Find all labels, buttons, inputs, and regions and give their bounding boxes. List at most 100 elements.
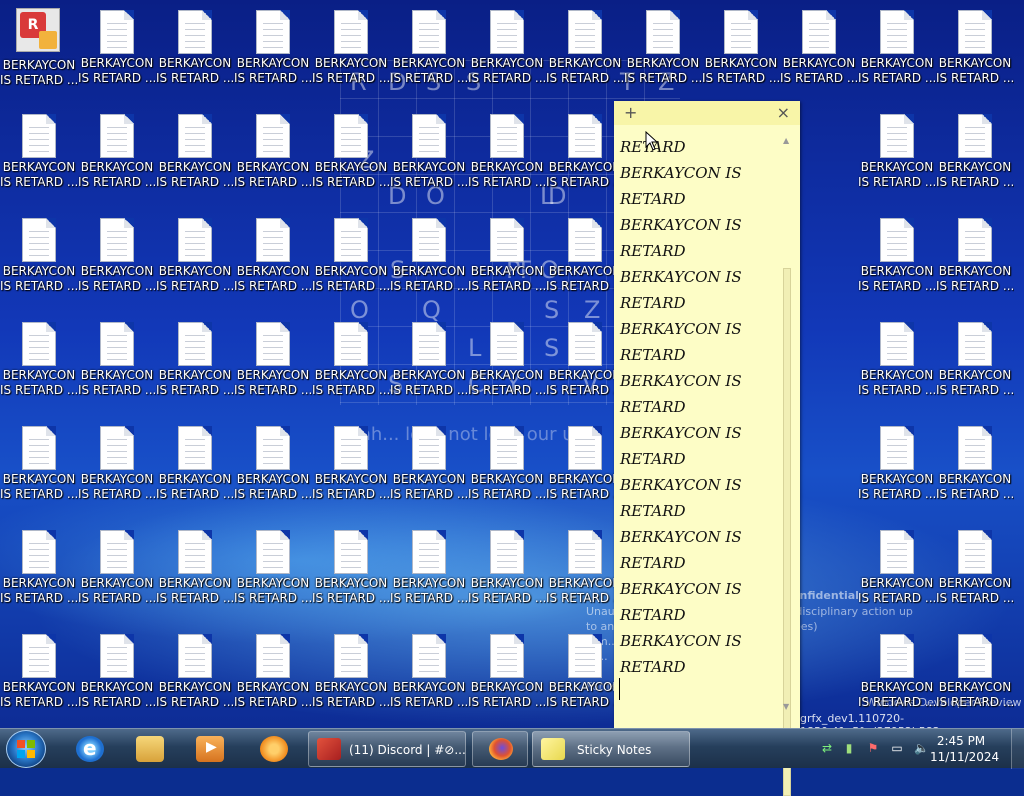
desktop-icon-text-file[interactable]: BERKAYCON IS RETARD ...	[78, 624, 156, 728]
desktop-icon-text-file[interactable]: BERKAYCON IS RETARD ...	[0, 104, 78, 208]
desktop-icon-text-file[interactable]: BERKAYCON IS RETARD ...	[546, 0, 624, 104]
network-icon[interactable]: ▭	[890, 741, 904, 755]
desktop-icon-text-file[interactable]: BERKAYCON IS RETARD ...	[156, 520, 234, 624]
desktop-icon-text-file[interactable]: BERKAYCON IS RETARD ...	[468, 104, 546, 208]
desktop-icon-text-file[interactable]: BERKAYCON IS RETARD ...	[936, 312, 1014, 416]
desktop-icon-text-file[interactable]: BERKAYCON IS RETARD ...	[546, 416, 624, 520]
action-center-flag-icon[interactable]: ⚑	[866, 741, 880, 755]
desktop-icon-text-file[interactable]: BERKAYCON IS RETARD ...	[858, 312, 936, 416]
desktop-icon-text-file[interactable]: BERKAYCON IS RETARD ...	[312, 104, 390, 208]
desktop-icon-text-file[interactable]: BERKAYCON IS RETARD ...	[234, 208, 312, 312]
desktop-icon-text-file[interactable]: BERKAYCON IS RETARD ...	[234, 416, 312, 520]
power-icon[interactable]: ▮	[842, 741, 856, 755]
desktop-icon-text-file[interactable]: BERKAYCON IS RETARD ...	[390, 208, 468, 312]
desktop-icon-label: BERKAYCON IS RETARD ...	[78, 680, 156, 709]
firefox-task[interactable]	[472, 731, 528, 767]
internet-explorer-icon[interactable]: e	[64, 731, 116, 767]
desktop-icon-text-file[interactable]: BERKAYCON IS RETARD ...	[78, 312, 156, 416]
desktop-icon-text-file[interactable]: BERKAYCON IS RETARD ...	[156, 624, 234, 728]
desktop-icon-text-file[interactable]: BERKAYCON IS RETARD ...	[858, 0, 936, 104]
desktop-icon-text-file[interactable]: BERKAYCON IS RETARD ...	[156, 416, 234, 520]
desktop-icon-text-file[interactable]: BERKAYCON IS RETARD ...	[468, 624, 546, 728]
media-player-icon[interactable]: ▶	[184, 731, 236, 767]
sticky-note-text[interactable]: RETARD BERKAYCON IS RETARD BERKAYCON IS RETA…	[620, 134, 780, 680]
add-note-button[interactable]: +	[624, 103, 637, 122]
desktop-icon-text-file[interactable]: BERKAYCON IS RETARD ...	[234, 520, 312, 624]
desktop-icon-text-file[interactable]: BERKAYCON IS RETARD ...	[78, 104, 156, 208]
scroll-down-arrow-icon[interactable]: ▼	[783, 702, 789, 711]
desktop-icon-text-file[interactable]: BERKAYCON IS RETARD ...	[546, 312, 624, 416]
discord-task[interactable]: (11) Discord | #⊘...	[308, 731, 466, 767]
desktop-icon-text-file[interactable]: BERKAYCON IS RETARD ...	[546, 624, 624, 728]
desktop-icon-text-file[interactable]: BERKAYCON IS RETARD ...	[156, 208, 234, 312]
network-share-icon[interactable]: ⇄	[820, 741, 834, 755]
desktop-icon-text-file[interactable]: BERKAYCON IS RETARD ...	[780, 0, 858, 104]
start-button[interactable]	[6, 730, 46, 768]
desktop-icon-text-file[interactable]: BERKAYCON IS RETARD ...	[156, 0, 234, 104]
desktop-icon-text-file[interactable]: BERKAYCON IS RETARD ...	[546, 520, 624, 624]
scroll-up-arrow-icon[interactable]: ▲	[783, 136, 789, 145]
desktop-icon-text-file[interactable]: BERKAYCON IS RETARD ...	[936, 416, 1014, 520]
desktop-icon-text-file[interactable]: BERKAYCON IS RETARD ...	[858, 104, 936, 208]
desktop-icon-text-file[interactable]: BERKAYCON IS RETARD ...	[78, 416, 156, 520]
desktop-icon-text-file[interactable]: BERKAYCON IS RETARD ...	[234, 624, 312, 728]
desktop-icon-text-file[interactable]: BERKAYCON IS RETARD ...	[312, 520, 390, 624]
desktop-icon-text-file[interactable]: BERKAYCON IS RETARD ...	[858, 208, 936, 312]
desktop-icon-text-file[interactable]: BERKAYCON IS RETARD ...	[0, 208, 78, 312]
desktop-icon-text-file[interactable]: BERKAYCON IS RETARD ...	[234, 0, 312, 104]
desktop-icon-text-file[interactable]: BERKAYCON IS RETARD ...	[468, 0, 546, 104]
close-note-button[interactable]: ×	[777, 103, 790, 122]
clock[interactable]: 2:45 PM 11/11/2024	[930, 733, 999, 765]
desktop-icon-text-file[interactable]: BERKAYCON IS RETARD ...	[468, 208, 546, 312]
desktop-icon-text-file[interactable]: BERKAYCON IS RETARD ...	[936, 520, 1014, 624]
desktop-icon-text-file[interactable]: BERKAYCON IS RETARD ...	[858, 520, 936, 624]
desktop-icon-text-file[interactable]: BERKAYCON IS RETARD ...	[390, 0, 468, 104]
desktop-icon-text-file[interactable]: BERKAYCON IS RETARD ...	[390, 416, 468, 520]
desktop-icon-text-file[interactable]: BERKAYCON IS RETARD ...	[234, 104, 312, 208]
desktop-icon-text-file[interactable]: BERKAYCON IS RETARD ...	[936, 208, 1014, 312]
desktop-icon-text-file[interactable]: BERKAYCON IS RETARD ...	[312, 0, 390, 104]
uc-browser-icon[interactable]	[248, 731, 300, 767]
desktop-icon-text-file[interactable]: BERKAYCON IS RETARD ...	[468, 520, 546, 624]
desktop-icon-text-file[interactable]: BERKAYCON IS RETARD ...	[390, 624, 468, 728]
desktop-icon-text-file[interactable]: BERKAYCON IS RETARD ...	[936, 104, 1014, 208]
sticky-note-scrollbar[interactable]: ▲ ▼	[781, 134, 793, 796]
desktop-icon-text-file[interactable]: BERKAYCON IS RETARD ...	[468, 416, 546, 520]
desktop-icon-text-file[interactable]: BERKAYCON IS RETARD ...	[0, 312, 78, 416]
sticky-note-titlebar[interactable]: + ×	[614, 101, 800, 125]
desktop-icon-text-file[interactable]: BERKAYCON IS RETARD ...	[936, 624, 1014, 728]
scrollbar-thumb[interactable]	[783, 268, 791, 796]
desktop-icon-text-file[interactable]: BERKAYCON IS RETARD ...	[312, 312, 390, 416]
windows-explorer-icon[interactable]	[124, 731, 176, 767]
desktop-icon-text-file[interactable]: BERKAYCON IS RETARD ...	[390, 104, 468, 208]
desktop-icon-text-file[interactable]: BERKAYCON IS RETARD ...	[0, 624, 78, 728]
show-desktop-button[interactable]	[1011, 729, 1024, 769]
desktop-icon-text-file[interactable]: BERKAYCON IS RETARD ...	[468, 312, 546, 416]
desktop-icon-text-file[interactable]: BERKAYCON IS RETARD ...	[858, 416, 936, 520]
desktop-icon-text-file[interactable]: BERKAYCON IS RETARD ...	[0, 416, 78, 520]
sticky-notes-task[interactable]: Sticky Notes	[532, 731, 690, 767]
desktop-icon-text-file[interactable]: BERKAYCON IS RETARD ...	[312, 624, 390, 728]
desktop-icon-text-file[interactable]: BERKAYCON IS RETARD ...	[0, 520, 78, 624]
desktop-icon-text-file[interactable]: BERKAYCON IS RETARD ...	[624, 0, 702, 104]
desktop-icon-text-file[interactable]: BERKAYCON IS RETARD ...	[546, 104, 624, 208]
desktop-icon-text-file[interactable]: BERKAYCON IS RETARD ...	[78, 208, 156, 312]
desktop-icon-text-file[interactable]: BERKAYCON IS RETARD ...	[546, 208, 624, 312]
desktop-icon-text-file[interactable]: BERKAYCON IS RETARD ...	[936, 0, 1014, 104]
desktop-icon-text-file[interactable]: BERKAYCON IS RETARD ...	[312, 208, 390, 312]
desktop-icon-text-file[interactable]: BERKAYCON IS RETARD ...	[156, 312, 234, 416]
desktop-icon-text-file[interactable]: BERKAYCON IS RETARD ...	[702, 0, 780, 104]
desktop-icon-text-file[interactable]: BERKAYCON IS RETARD ...	[78, 0, 156, 104]
desktop-icon-text-file[interactable]: BERKAYCON IS RETARD ...	[858, 624, 936, 728]
desktop-icon-app[interactable]: R BERKAYCON IS RETARD ...	[0, 0, 78, 104]
sticky-note-window[interactable]: + × RETARD BERKAYCON IS RETARD BERKAYCON IS…	[614, 101, 800, 728]
desktop-icon-text-file[interactable]: BERKAYCON IS RETARD ...	[312, 416, 390, 520]
desktop-icon-text-file[interactable]: BERKAYCON IS RETARD ...	[390, 520, 468, 624]
desktop-icon-text-file[interactable]: BERKAYCON IS RETARD ...	[156, 104, 234, 208]
text-file-icon	[334, 634, 368, 678]
desktop-icon-text-file[interactable]: BERKAYCON IS RETARD ...	[390, 312, 468, 416]
desktop[interactable]: RDSSTZDZDOLDSPOTOQSZLSSCYV hhh... let's …	[0, 0, 1024, 728]
volume-icon[interactable]: 🔈	[914, 741, 929, 755]
desktop-icon-text-file[interactable]: BERKAYCON IS RETARD ...	[234, 312, 312, 416]
desktop-icon-text-file[interactable]: BERKAYCON IS RETARD ...	[78, 520, 156, 624]
